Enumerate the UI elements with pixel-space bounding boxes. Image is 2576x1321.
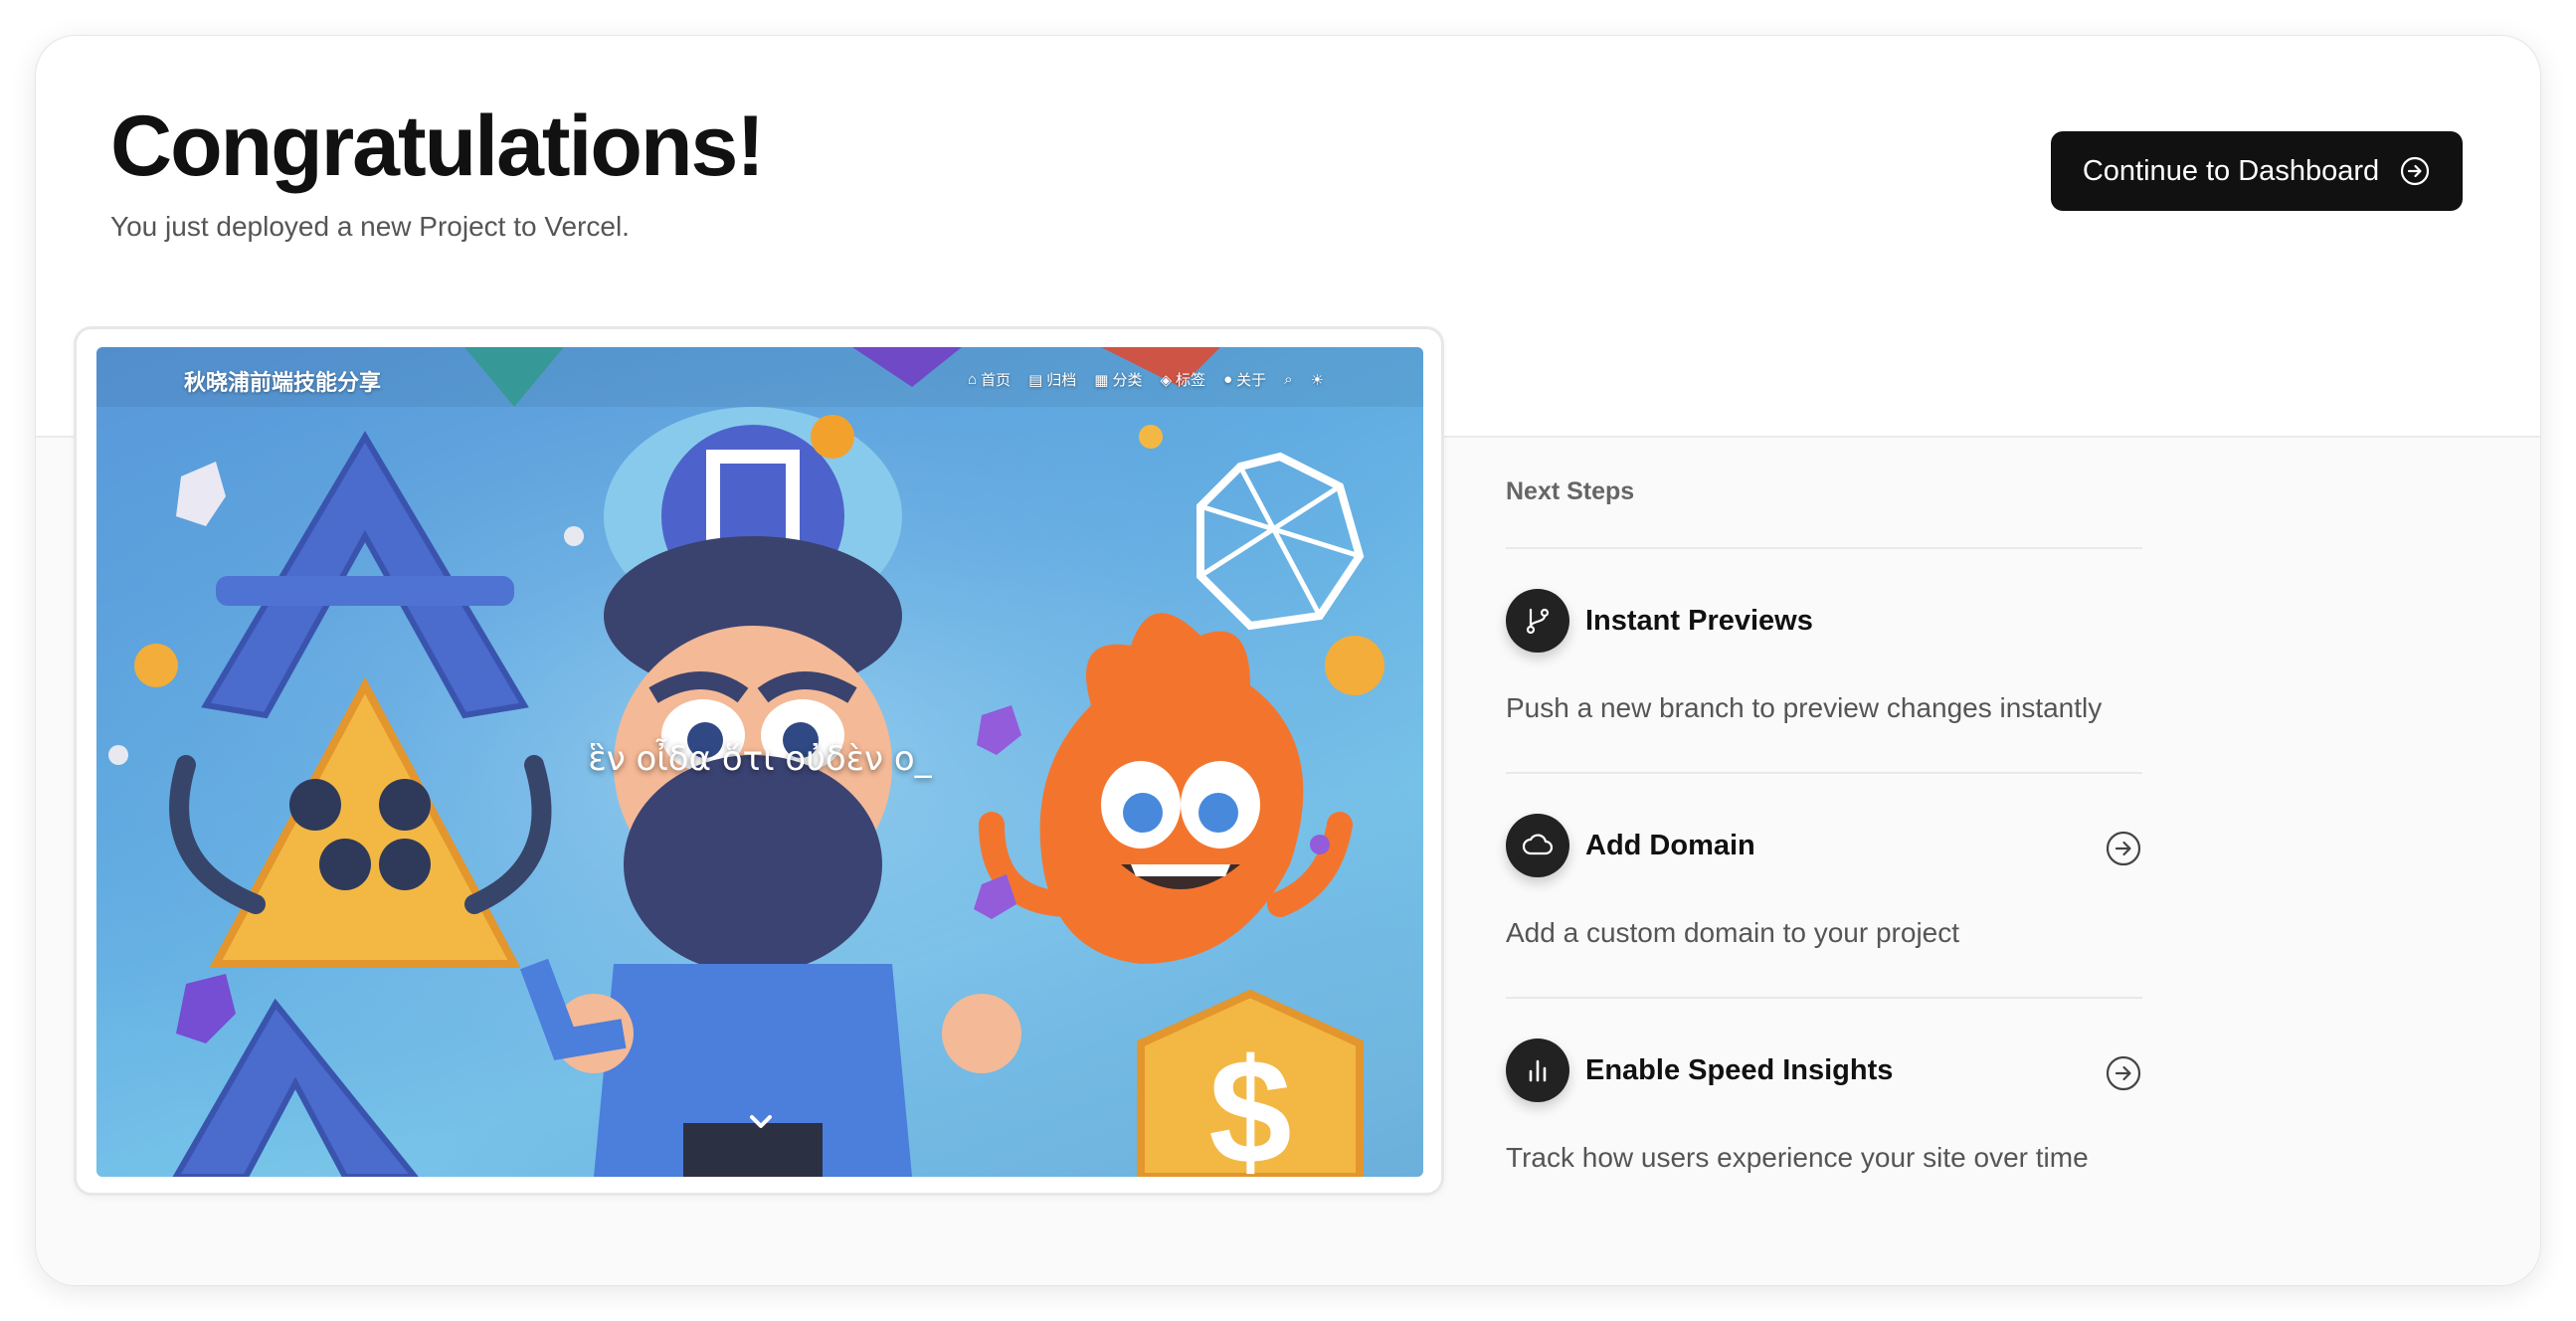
next-step-add-domain[interactable]: Add Domain Add a custom domain to your p… <box>1506 772 2142 997</box>
chevron-down-icon <box>750 1115 772 1128</box>
user-icon: ● <box>1223 371 1233 388</box>
arrow-right-circle-icon[interactable] <box>2105 830 2142 867</box>
preview-nav-label: 标签 <box>1176 372 1206 389</box>
next-steps: Next Steps Instant Previews Push a new b… <box>1506 477 2142 1222</box>
tag-icon: ◈ <box>1160 371 1173 389</box>
sun-icon: ☀ <box>1310 371 1324 389</box>
archive-icon: ▤ <box>1028 371 1043 389</box>
next-steps-label: Next Steps <box>1506 477 1635 505</box>
deployment-preview[interactable]: $ 秋晓浦前端技能分享 ⌂ 首页 ▤ 归档 ▦ 分类 ◈ 标签 ● 关于 ⌕ ☀… <box>74 326 1444 1196</box>
preview-nav-label: 归档 <box>1046 372 1077 389</box>
bar-chart-icon <box>1506 1038 1569 1102</box>
next-step-title: Instant Previews <box>1585 605 1813 637</box>
preview-nav-label: 分类 <box>1112 372 1143 389</box>
preview-nav-home: ⌂ 首页 <box>968 369 1011 390</box>
next-step-instant-previews[interactable]: Instant Previews Push a new branch to pr… <box>1506 547 2142 772</box>
home-icon: ⌂ <box>968 371 978 388</box>
grid-icon: ▦ <box>1094 371 1109 389</box>
next-step-speed-insights[interactable]: Enable Speed Insights Track how users ex… <box>1506 997 2142 1222</box>
continue-button-label: Continue to Dashboard <box>2082 154 2380 187</box>
next-step-title: Add Domain <box>1585 830 1755 861</box>
arrow-right-circle-icon[interactable] <box>2105 1054 2142 1092</box>
preview-nav: ⌂ 首页 ▤ 归档 ▦ 分类 ◈ 标签 ● 关于 ⌕ ☀ <box>968 369 1324 390</box>
cloud-icon <box>1506 814 1569 877</box>
preview-nav-label: 关于 <box>1236 372 1267 389</box>
preview-site-name: 秋晓浦前端技能分享 <box>184 370 382 395</box>
preview-nav-label: 首页 <box>981 372 1012 389</box>
next-step-title: Enable Speed Insights <box>1585 1054 1894 1086</box>
next-step-description: Add a custom domain to your project <box>1506 917 1960 948</box>
arrow-right-circle-icon <box>2399 155 2431 187</box>
preview-nav-tags: ◈ 标签 <box>1161 369 1206 390</box>
search-icon: ⌕ <box>1284 371 1293 388</box>
deploy-success-card: Congratulations! You just deployed a new… <box>36 36 2540 1285</box>
preview-nav-archive: ▤ 归档 <box>1028 369 1076 390</box>
next-step-description: Push a new branch to preview changes ins… <box>1506 692 2103 723</box>
preview-nav-categories: ▦ 分类 <box>1094 369 1142 390</box>
preview-nav-about: ● 关于 <box>1223 369 1266 390</box>
preview-screenshot: $ 秋晓浦前端技能分享 ⌂ 首页 ▤ 归档 ▦ 分类 ◈ 标签 ● 关于 ⌕ ☀… <box>96 347 1423 1177</box>
continue-to-dashboard-button[interactable]: Continue to Dashboard <box>2051 131 2463 211</box>
preview-hero-text: ἓν οἶδα ὅτι οὐδὲν ο_ <box>588 739 932 779</box>
next-step-description: Track how users experience your site ove… <box>1506 1142 2089 1173</box>
git-branch-icon <box>1506 589 1569 653</box>
page-subtitle: You just deployed a new Project to Verce… <box>110 211 630 242</box>
page-title: Congratulations! <box>110 98 765 194</box>
